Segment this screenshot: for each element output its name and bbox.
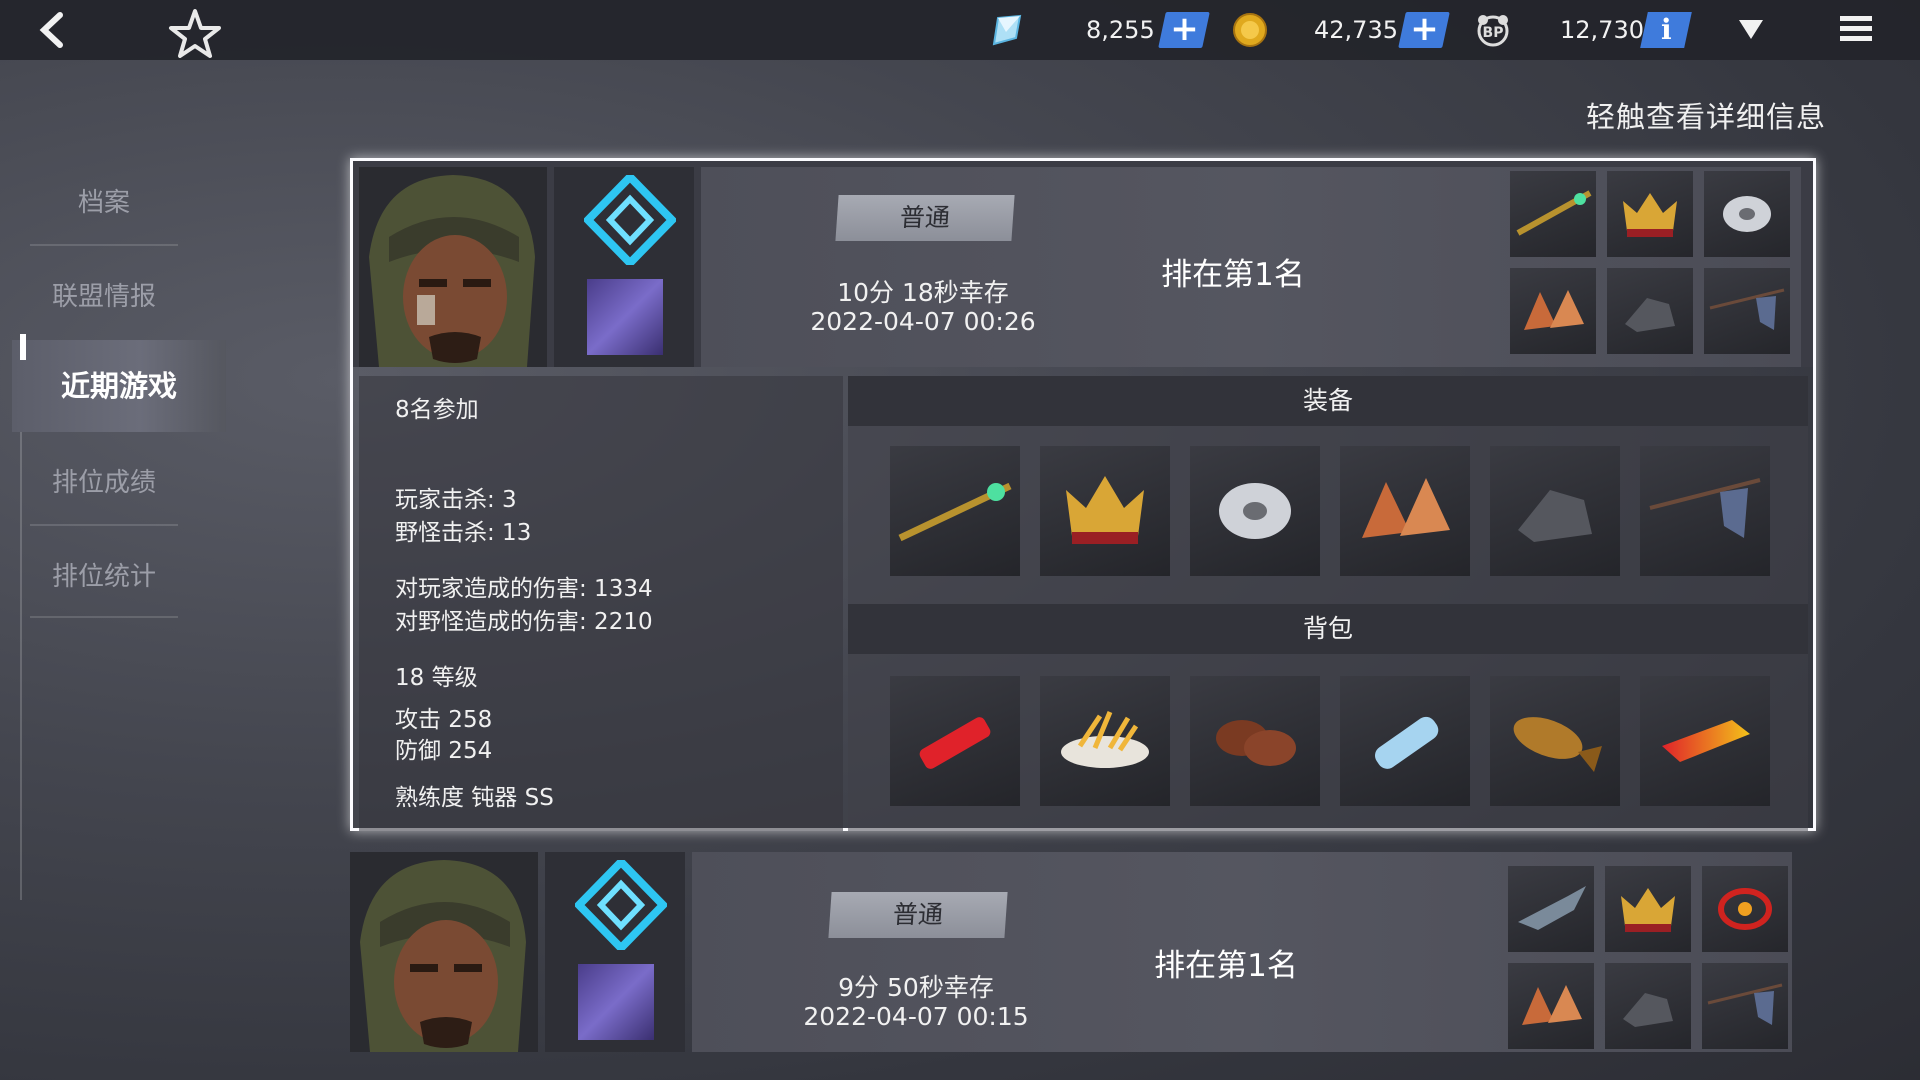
match-details-panel: 8名参加 玩家击杀: 3 野怪击杀: 13 对玩家造成的伤害: 1334 对野怪… xyxy=(359,376,843,831)
match-rank: 排在第1名 xyxy=(1154,948,1298,984)
lighter-icon[interactable] xyxy=(890,676,1020,806)
match-date: 2022-04-07 00:15 xyxy=(803,1002,1029,1031)
hamburger-menu-icon[interactable] xyxy=(1840,14,1872,44)
equipment-header: 装备 xyxy=(848,376,1808,426)
match-date: 2022-04-07 00:26 xyxy=(810,307,1036,336)
water-bottle-icon[interactable] xyxy=(1340,676,1470,806)
bp-count: 12,730 xyxy=(1560,16,1644,44)
tier-diamond-icon xyxy=(584,175,676,265)
svg-text:BP: BP xyxy=(1483,25,1504,41)
bp-icon: BP xyxy=(1474,12,1512,48)
disc-icon xyxy=(1704,171,1790,257)
mini-equipment-grid xyxy=(1510,171,1800,361)
gauntlet-icon xyxy=(1508,963,1594,1049)
boots-icon xyxy=(1605,963,1691,1049)
gold-coin-icon xyxy=(1232,12,1268,48)
game-mode-badge: 普通 xyxy=(828,892,1008,938)
crystal-count: 8,255 xyxy=(1086,16,1155,44)
defense-stat: 防御 254 xyxy=(395,738,493,764)
sidebar-divider xyxy=(30,524,178,526)
crown-icon xyxy=(1607,171,1693,257)
match-header[interactable]: 普通 9分 50秒幸存 2022-04-07 00:15 排在第1名 xyxy=(350,852,1810,1058)
staff-icon[interactable] xyxy=(890,446,1020,576)
character-skill-icon xyxy=(578,964,654,1040)
back-arrow-icon[interactable] xyxy=(34,12,70,48)
sidebar-item-alliance[interactable]: 联盟情报 xyxy=(30,276,178,313)
tier-diamond-icon xyxy=(575,860,667,950)
survival-time: 10分 18秒幸存 xyxy=(837,278,1009,307)
sidebar-item-rank-results[interactable]: 排位成绩 xyxy=(30,462,178,499)
grilled-fish-icon[interactable] xyxy=(1490,676,1620,806)
drone-icon xyxy=(1508,866,1594,952)
boots-icon[interactable] xyxy=(1490,446,1620,576)
flag-icon xyxy=(1704,268,1790,354)
monster-kills: 野怪击杀: 13 xyxy=(395,520,532,546)
crystal-icon xyxy=(990,14,1024,46)
match-rank: 排在第1名 xyxy=(1161,257,1305,293)
player-level: 18 等级 xyxy=(395,665,478,691)
top-bar: 8,255 + 42,735 + BP 12,730 i xyxy=(0,0,1920,60)
crown-icon[interactable] xyxy=(1040,446,1170,576)
cookies-icon[interactable] xyxy=(1190,676,1320,806)
character-portrait xyxy=(350,852,538,1052)
fries-icon[interactable] xyxy=(1040,676,1170,806)
monster-damage: 对野怪造成的伤害: 2210 xyxy=(395,609,653,635)
tap-hint: 轻触查看详细信息 xyxy=(1585,100,1826,134)
character-portrait xyxy=(359,167,547,367)
flag-icon xyxy=(1702,963,1788,1049)
gold-count: 42,735 xyxy=(1314,16,1398,44)
game-mode-badge: 普通 xyxy=(835,195,1015,241)
boots-icon xyxy=(1607,268,1693,354)
disc-icon[interactable] xyxy=(1190,446,1320,576)
bp-info-button[interactable]: i xyxy=(1640,12,1692,48)
inventory-header: 背包 xyxy=(848,604,1808,654)
crown-icon xyxy=(1605,866,1691,952)
match-header[interactable]: 普通 10分 18秒幸存 2022-04-07 00:26 排在第1名 xyxy=(353,161,1813,367)
equipment-inventory-panel: 装备 背包 xyxy=(848,376,1808,831)
red-gem-icon xyxy=(1702,866,1788,952)
participants-count: 8名参加 xyxy=(395,397,479,423)
gauntlet-icon xyxy=(1510,268,1596,354)
gauntlet-icon[interactable] xyxy=(1340,446,1470,576)
triangle-down-icon[interactable] xyxy=(1738,18,1764,40)
survival-time: 9分 50秒幸存 xyxy=(838,973,994,1002)
sidebar-divider xyxy=(30,244,178,246)
sidebar-divider xyxy=(30,616,178,618)
star-icon[interactable] xyxy=(168,8,222,58)
add-gold-button[interactable]: + xyxy=(1398,9,1450,49)
character-skill-icon xyxy=(587,279,663,355)
attack-stat: 攻击 258 xyxy=(395,707,493,733)
red-gold-block-icon[interactable] xyxy=(1640,676,1770,806)
mini-equipment-grid xyxy=(1508,866,1798,1056)
sidebar-item-rank-stats[interactable]: 排位统计 xyxy=(30,556,178,593)
match-card[interactable]: 普通 9分 50秒幸存 2022-04-07 00:15 排在第1名 xyxy=(350,852,1810,1058)
add-crystal-button[interactable]: + xyxy=(1158,9,1210,49)
flag-icon[interactable] xyxy=(1640,446,1770,576)
match-card[interactable]: 普通 10分 18秒幸存 2022-04-07 00:26 排在第1名 8名参加… xyxy=(350,158,1816,831)
staff-icon xyxy=(1510,171,1596,257)
tier-column xyxy=(545,852,685,1052)
tier-column xyxy=(554,167,694,367)
player-kills: 玩家击杀: 3 xyxy=(395,487,517,513)
sidebar-item-profile[interactable]: 档案 xyxy=(30,182,178,219)
sidebar-item-recent-games[interactable]: 近期游戏 xyxy=(12,340,226,432)
weapon-mastery: 熟练度 钝器 SS xyxy=(395,785,554,811)
player-damage: 对玩家造成的伤害: 1334 xyxy=(395,576,653,602)
